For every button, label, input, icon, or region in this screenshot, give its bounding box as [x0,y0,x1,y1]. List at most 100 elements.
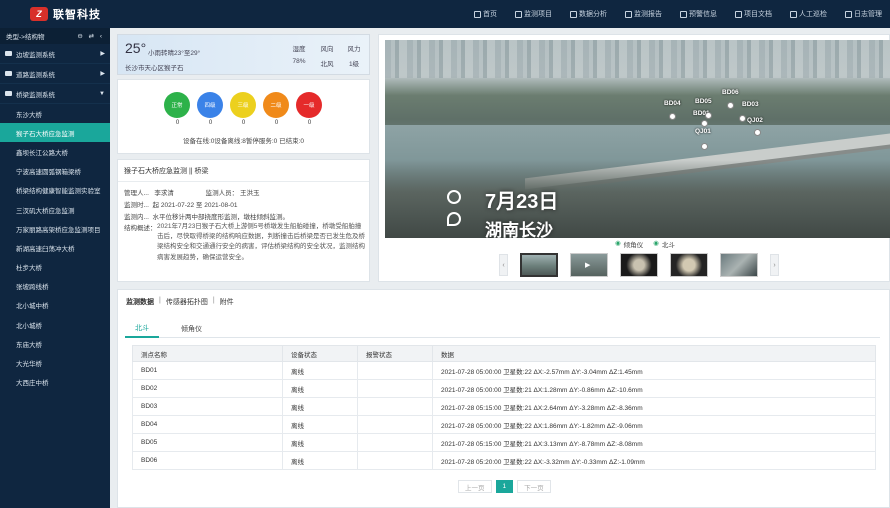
sidebar-item[interactable]: 宁波高速圆弧钢箱梁桥 [0,162,110,181]
sensor-dot[interactable] [754,129,761,136]
nav-home[interactable]: 首页 [474,9,497,19]
weather-temperature: 25° [125,40,147,56]
nav-reports[interactable]: 监测报告 [625,9,662,19]
sidebar-item[interactable]: 北小城桥 [0,315,110,334]
sensor-dot[interactable] [705,112,712,119]
table-header-row: 测点名称 设备状态 报警状态 数据 [132,345,876,362]
weather-description: 小雨转晴23°至29° [148,50,201,57]
page-1-button[interactable]: 1 [495,480,514,493]
river-bank [385,160,890,238]
nav-docs[interactable]: 项目文档 [735,9,772,19]
tab-attachments[interactable]: 附件 [220,297,234,307]
sidebar-group-road[interactable]: 道路监测系统 ▶ [0,64,110,84]
log-icon [845,10,852,18]
nav-logs[interactable]: 日志管理 [845,9,882,19]
tab-sensor-topology[interactable]: 传感器拓扑图 [166,297,208,307]
data-panel: 监测数据 | 传感器拓扑图 | 附件 北斗 倾角仪 测点名称 设备状态 报警状态… [117,289,890,508]
sidebar-item-active[interactable]: 猴子石大桥应急监测 [0,123,110,143]
col-point-name: 测点名称 [132,345,283,362]
sensor-dot[interactable] [669,113,676,120]
location-pin-icon [447,212,461,226]
sidebar-item[interactable]: 鑫坝长江公路大桥 [0,142,110,161]
sidebar-group-bridge[interactable]: 桥梁监测系统 ▼ [0,84,110,104]
sidebar-item[interactable]: 万家丽路高架桥应急监测项目 [0,219,110,238]
marker-bd06[interactable]: BD06 [722,89,739,96]
info-manager-row: 管理人... 李求清 监测人员： 王洪玉 [124,190,260,197]
sensor-dot[interactable] [701,120,708,127]
level-three[interactable]: 三级 0 [230,92,257,126]
chevron-right-icon: ▶ [100,51,105,57]
nav-projects[interactable]: 监测项目 [515,9,552,19]
bridge-video[interactable]: BD04 BD05 BD06 BD01 BD03 QJ01 QJ02 7月23日… [385,40,890,238]
thumbnail[interactable] [720,253,758,277]
level-four[interactable]: 四级 0 [197,92,224,126]
thumbnail-video[interactable]: ▶ [570,253,608,277]
sidebar-item[interactable]: 张坡跨线桥 [0,277,110,296]
table-row[interactable]: BD01 离线 2021-07-28 05:00:00 卫星数:22 ΔX:-2.5… [132,361,876,380]
sidebar-group-slope[interactable]: 边坡监测系统 ▶ [0,44,110,64]
level-normal[interactable]: 正常 0 [164,92,191,126]
col-alarm-status: 报警状态 [357,345,433,362]
marker-bd05[interactable]: BD05 [695,98,712,105]
info-content-row: 监测内... 水平位移计两中部挠度形监测，墩柱倾斜监测。 [124,214,290,221]
thumb-next-button[interactable]: › [770,254,779,276]
table-row[interactable]: BD02 离线 2021-07-28 05:00:00 卫星数:21 ΔX:1.28… [132,379,876,398]
subtab-beidou[interactable]: 北斗 [125,320,159,338]
sidebar-header: 类型->结构物 ⊖ ⇄ ‹ [0,28,110,44]
sidebar-item[interactable]: 东沙大桥 [0,104,110,123]
app-name: 联智科技 [53,9,101,21]
col-data: 数据 [432,345,876,362]
sidebar-item[interactable]: 东庙大桥 [0,334,110,353]
bridge-info-title: 猴子石大桥应急监测 || 桥梁 [118,160,369,182]
sidebar-item[interactable]: 三汊矶大桥应急监测 [0,200,110,219]
logo[interactable]: Z 联智科技 [0,6,150,22]
sidebar-item[interactable]: 新湖高速臼荡冲大桥 [0,238,110,257]
marker-qj02[interactable]: QJ02 [747,117,763,124]
level-one[interactable]: 一级 0 [296,92,323,126]
thumbnail[interactable] [670,253,708,277]
nav-analysis[interactable]: 数据分析 [570,9,607,19]
sensor-dot[interactable] [739,115,746,122]
thumbnail[interactable] [620,253,658,277]
sidebar-item[interactable]: 北小城中桥 [0,296,110,315]
data-tabs: 监测数据 | 传感器拓扑图 | 附件 [126,297,234,307]
marker-bd04[interactable]: BD04 [664,100,681,107]
play-icon: ▶ [585,262,591,269]
prev-page-button[interactable]: 上一页 [458,480,492,493]
tab-monitoring-data[interactable]: 监测数据 [126,297,154,307]
chart-icon [570,10,577,18]
table-row[interactable]: BD03 离线 2021-07-28 05:15:00 卫星数:21 ΔX:2.64… [132,397,876,416]
sidebar-item[interactable]: 杜步大桥 [0,258,110,277]
info-description: 2021年7月23日猴子石大桥上游侧5号桥墩发生船舶碰撞，桥墩受船舶撞击后，尽快… [157,223,365,261]
top-nav: 首页 监测项目 数据分析 监测报告 预警信息 项目文档 人工巡检 日志管理 [456,0,890,28]
status-panel: 正常 0 四级 0 三级 0 二级 0 一级 0 设备在线:0设备离线:8暂停服务:0 已… [117,79,370,154]
sensor-dot[interactable] [701,143,708,150]
sidebar-item[interactable]: 大光华桥 [0,353,110,372]
folder-icon [5,71,12,76]
weather-wind-direction: 风向 北风 [320,46,334,68]
thumb-prev-button[interactable]: ‹ [499,254,508,276]
table-row[interactable]: BD04 离线 2021-07-28 05:00:00 卫星数:22 ΔX:1.86… [132,415,876,434]
nav-inspection[interactable]: 人工巡检 [790,9,827,19]
sensor-dot[interactable] [727,102,734,109]
subtab-tiltmeter[interactable]: 倾角仪 [171,320,212,338]
marker-qj01[interactable]: QJ01 [695,128,711,135]
video-caption: 7月23日 湖南长沙 [485,191,559,238]
folder-icon [735,10,742,18]
chevron-right-icon: ▶ [100,71,105,77]
pagination: 上一页 1 下一页 [458,480,555,493]
sidebar-tool-icons[interactable]: ⊖ ⇄ ‹ [77,32,104,40]
sidebar-item[interactable]: 桥梁结构健康智能监测实验室 [0,181,110,200]
device-status-summary: 设备在线:0设备离线:8暂停服务:0 已结束:0 [183,138,304,145]
table-row[interactable]: BD05 离线 2021-07-28 05:15:00 卫星数:21 ΔX:3.13… [132,433,876,452]
user-icon [790,10,797,18]
home-icon [474,10,481,18]
level-two[interactable]: 二级 0 [263,92,290,126]
next-page-button[interactable]: 下一页 [517,480,551,493]
thumbnail[interactable] [520,253,558,277]
table-row[interactable]: BD06 离线 2021-07-28 05:20:00 卫星数:22 ΔX:-3.3… [132,451,876,470]
nav-alerts[interactable]: 预警信息 [680,9,717,19]
info-desc-label: 结构概述： [124,225,157,232]
sidebar-item[interactable]: 大西庄中桥 [0,373,110,392]
marker-bd03[interactable]: BD03 [742,101,759,108]
